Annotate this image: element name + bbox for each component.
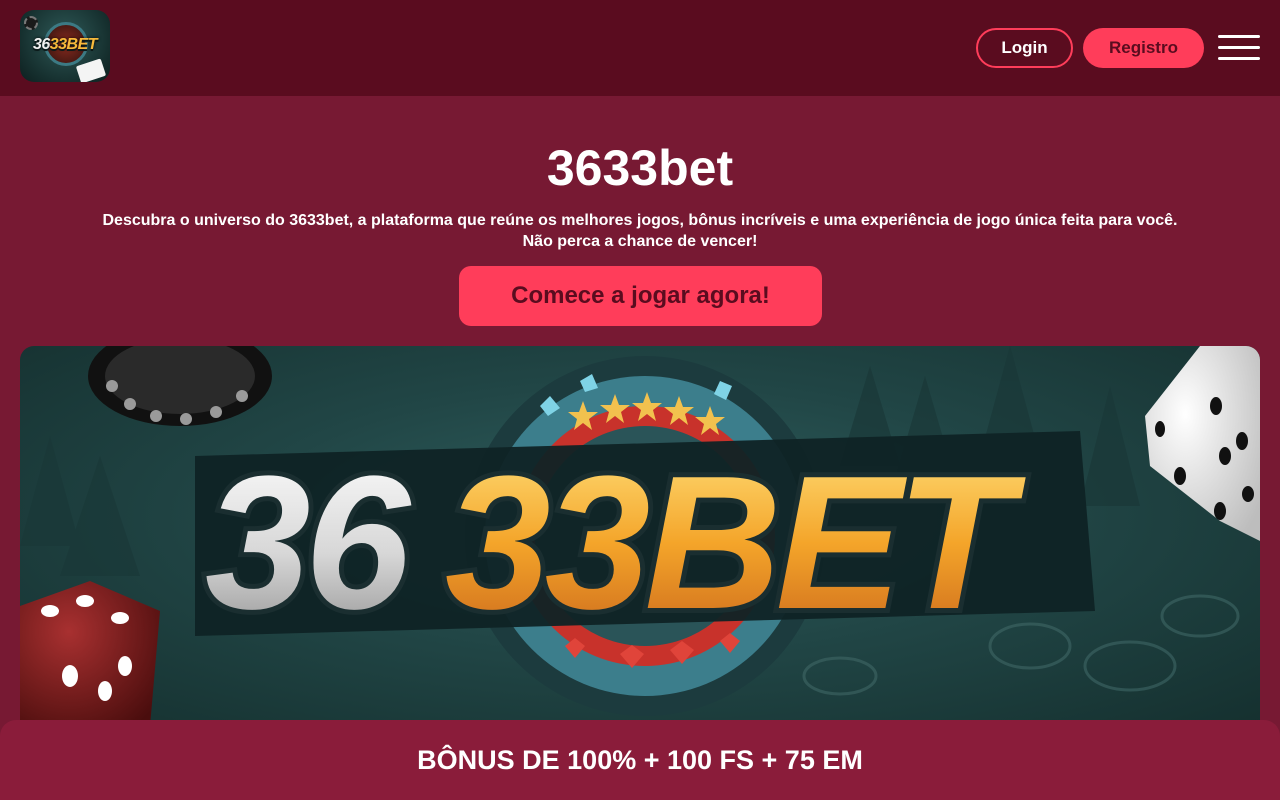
red-dice-icon (20, 581, 160, 726)
card-icon (75, 58, 107, 82)
banner-artwork: 36 33BET (20, 346, 1260, 726)
page-title: 3633bet (546, 140, 734, 196)
hero-banner-image: 36 33BET (20, 346, 1260, 726)
menu-bar (1218, 35, 1260, 38)
site-logo[interactable]: 3633BET (20, 10, 110, 82)
start-playing-button[interactable]: Comece a jogar agora! (459, 266, 822, 326)
hero-description-line1: Descubra o universo do 3633bet, a plataf… (102, 212, 1178, 229)
bonus-banner[interactable]: BÔNUS DE 100% + 100 FS + 75 EM (0, 720, 1280, 800)
banner-logo-text: 36 33BET (200, 432, 1037, 654)
login-button[interactable]: Login (976, 28, 1073, 68)
menu-bar (1218, 57, 1260, 60)
register-button[interactable]: Registro (1083, 28, 1204, 68)
logo-text: 3633BET (32, 36, 98, 53)
chip-icon (24, 16, 38, 30)
site-header: 3633BET Login Registro (0, 0, 1280, 96)
svg-text:33BET: 33BET (445, 437, 1026, 649)
poker-chip-icon (88, 346, 272, 426)
hero-description-line2: Não perca a chance de vencer! (522, 233, 758, 250)
white-dice-icon (1145, 346, 1260, 541)
menu-bar (1218, 46, 1260, 49)
hamburger-menu-icon[interactable] (1218, 35, 1260, 61)
svg-text:36: 36 (205, 437, 412, 649)
hero-description: Descubra o universo do 3633bet, a plataf… (20, 210, 1260, 252)
